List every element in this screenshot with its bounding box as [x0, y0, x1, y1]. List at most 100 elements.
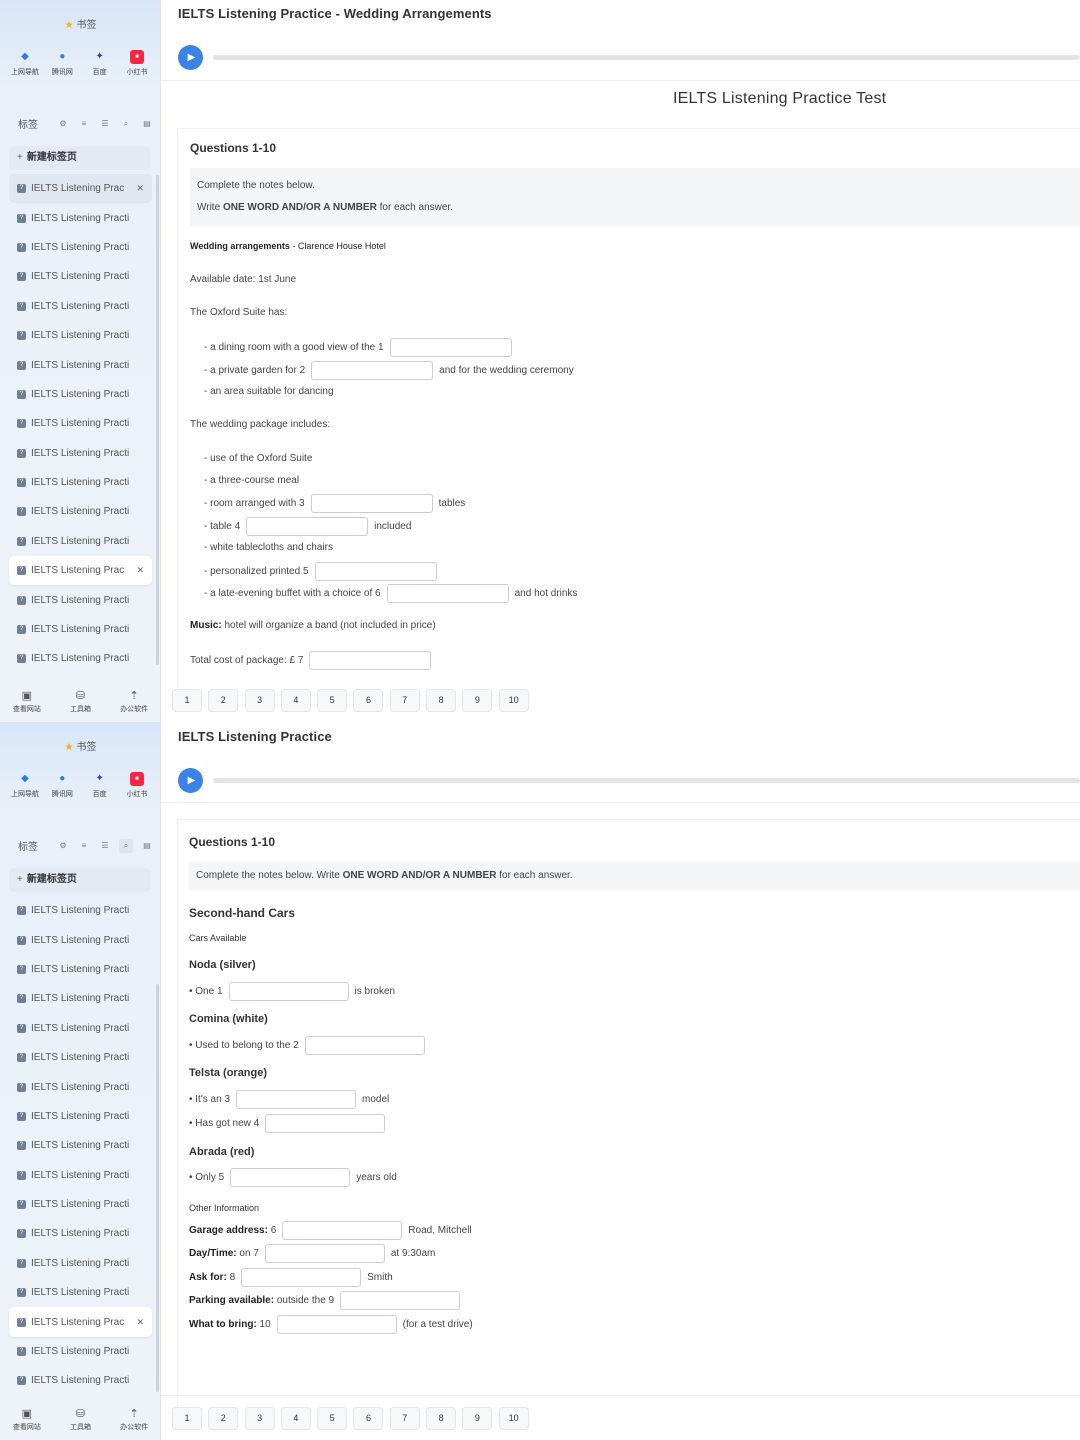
question-nav-button[interactable]: 2 — [208, 689, 239, 712]
tab-item[interactable]: ? IELTS Listening Practi — [9, 409, 152, 438]
answer-input-4[interactable] — [265, 1114, 386, 1133]
answer-input-3[interactable] — [236, 1090, 356, 1109]
toolbox-button[interactable]: ⛁ 工具箱 — [60, 689, 100, 714]
bookmarks-title[interactable]: ★ 书签 — [0, 738, 161, 753]
tab-item[interactable]: ? IELTS Listening Practi — [9, 203, 152, 232]
question-nav-button[interactable]: 6 — [353, 689, 384, 712]
audio-progress-bar[interactable] — [213, 778, 1080, 783]
tab-item[interactable]: ? IELTS Listening Practi — [9, 527, 152, 556]
tab-item[interactable]: ? IELTS Listening Practi — [9, 925, 152, 954]
view-site-button[interactable]: ▣ 查看网站 — [7, 1407, 47, 1432]
close-icon[interactable]: ✕ — [136, 183, 144, 194]
answer-input-2[interactable] — [311, 361, 434, 380]
play-button[interactable]: ▶ — [178, 768, 203, 793]
tab-item[interactable]: ? IELTS Listening Practi — [9, 321, 152, 350]
answer-input-5[interactable] — [230, 1168, 351, 1187]
quick-link-navigation[interactable]: ◆ 上网导航 — [8, 772, 42, 799]
quick-link-tencent[interactable]: ● 腾讯网 — [45, 50, 79, 77]
tab-item[interactable]: ? IELTS Listening Practi — [9, 955, 152, 984]
answer-input-2[interactable] — [304, 1036, 425, 1055]
answer-input-5[interactable] — [314, 562, 437, 581]
tab-item[interactable]: ? IELTS Listening Practi — [9, 1219, 152, 1248]
new-tab-button[interactable]: + 新建标签页 — [9, 146, 150, 170]
tab-item[interactable]: ? IELTS Listening Practi — [9, 439, 152, 468]
tab-item[interactable]: ? IELTS Listening Practi — [9, 1161, 152, 1190]
tab-item[interactable]: ? IELTS Listening Practi — [9, 380, 152, 409]
tab-item[interactable]: ? IELTS Listening Practi — [9, 233, 152, 262]
answer-input-1[interactable] — [228, 982, 349, 1001]
tab-item[interactable]: ? IELTS Listening Practi — [9, 1249, 152, 1278]
question-nav-button[interactable]: 3 — [244, 689, 275, 712]
new-tab-button[interactable]: + 新建标签页 — [9, 868, 150, 892]
answer-input-6[interactable] — [282, 1221, 403, 1240]
tab-item[interactable]: ? IELTS Listening Practi — [9, 468, 152, 497]
sidebar-scrollbar[interactable] — [156, 175, 159, 665]
question-nav-button[interactable]: 7 — [389, 1407, 420, 1430]
tab-item[interactable]: ? IELTS Listening Practi — [9, 644, 152, 673]
tab-item[interactable]: ? IELTS Listening Practi — [9, 585, 152, 614]
question-nav-button[interactable]: 10 — [498, 689, 529, 712]
bookmarks-title[interactable]: ★ 书签 — [0, 16, 161, 31]
question-nav-button[interactable]: 4 — [280, 1407, 311, 1430]
question-nav-button[interactable]: 1 — [172, 689, 202, 712]
sort-icon[interactable]: ≡ — [77, 117, 91, 131]
tab-item[interactable]: ? IELTS Listening Practi — [9, 1190, 152, 1219]
question-nav-button[interactable]: 9 — [462, 1407, 493, 1430]
tab-item[interactable]: ? IELTS Listening Practi — [9, 292, 152, 321]
answer-input-4[interactable] — [246, 517, 369, 536]
search-icon[interactable]: ⌕ — [119, 838, 133, 853]
tab-item[interactable]: ? IELTS Listening Practi — [9, 1278, 152, 1307]
question-nav-button[interactable]: 7 — [389, 689, 420, 712]
settings-icon[interactable]: ⚙ — [56, 839, 70, 853]
answer-input-9[interactable] — [340, 1291, 461, 1310]
answer-input-7[interactable] — [264, 1244, 385, 1263]
list-icon[interactable]: ☰ — [98, 117, 112, 131]
question-nav-button[interactable]: 1 — [172, 1407, 202, 1430]
question-nav-button[interactable]: 5 — [317, 689, 348, 712]
close-icon[interactable]: ✕ — [136, 1317, 144, 1328]
sidebar-scrollbar[interactable] — [156, 984, 159, 1392]
question-nav-button[interactable]: 8 — [426, 689, 457, 712]
question-nav-button[interactable]: 2 — [208, 1407, 239, 1430]
collapse-icon[interactable]: ▤ — [140, 839, 154, 853]
sort-icon[interactable]: ≡ — [77, 839, 91, 853]
tab-item[interactable]: ? IELTS Listening Practi — [9, 984, 152, 1013]
list-icon[interactable]: ☰ — [98, 839, 112, 853]
answer-input-1[interactable] — [389, 338, 512, 357]
question-nav-button[interactable]: 10 — [498, 1407, 529, 1430]
tab-item[interactable]: ? IELTS Listening Prac ✕ — [9, 174, 152, 204]
tab-item[interactable]: ? IELTS Listening Practi — [9, 262, 152, 291]
question-nav-button[interactable]: 4 — [280, 689, 311, 712]
tab-item-current[interactable]: ? IELTS Listening Prac ✕ — [9, 556, 152, 586]
search-icon[interactable]: ⌕ — [119, 117, 133, 131]
collapse-icon[interactable]: ▤ — [140, 117, 154, 131]
tab-item-current[interactable]: ? IELTS Listening Prac ✕ — [9, 1307, 152, 1337]
question-nav-button[interactable]: 6 — [353, 1407, 384, 1430]
tab-item[interactable]: ? IELTS Listening Practi — [9, 1131, 152, 1160]
quick-link-xiaohongshu[interactable]: ■ 小红书 — [120, 772, 154, 799]
tab-item[interactable]: ? IELTS Listening Practi — [9, 497, 152, 526]
tab-item[interactable]: ? IELTS Listening Practi — [9, 1102, 152, 1131]
tab-item[interactable]: ? IELTS Listening Practi — [9, 350, 152, 379]
tab-item[interactable]: ? IELTS Listening Practi — [9, 1072, 152, 1101]
toolbox-button[interactable]: ⛁ 工具箱 — [60, 1407, 100, 1432]
question-nav-button[interactable]: 9 — [462, 689, 493, 712]
play-button[interactable]: ▶ — [178, 45, 203, 70]
answer-input-7[interactable] — [309, 651, 432, 670]
view-site-button[interactable]: ▣ 查看网站 — [7, 689, 47, 714]
tab-item[interactable]: ? IELTS Listening Practi — [9, 1366, 152, 1395]
tab-item[interactable]: ? IELTS Listening Practi — [9, 615, 152, 644]
settings-icon[interactable]: ⚙ — [56, 117, 70, 131]
tab-item[interactable]: ? IELTS Listening Practi — [9, 1337, 152, 1366]
question-nav-button[interactable]: 3 — [244, 1407, 275, 1430]
answer-input-6[interactable] — [386, 584, 509, 603]
question-nav-button[interactable]: 8 — [426, 1407, 457, 1430]
quick-link-xiaohongshu[interactable]: ■ 小红书 — [120, 50, 154, 77]
question-nav-button[interactable]: 5 — [317, 1407, 348, 1430]
tab-item[interactable]: ? IELTS Listening Practi — [9, 1043, 152, 1072]
quick-link-baidu[interactable]: ✦ 百度 — [83, 50, 117, 77]
close-icon[interactable]: ✕ — [136, 565, 144, 576]
answer-input-3[interactable] — [310, 494, 433, 513]
answer-input-8[interactable] — [241, 1268, 362, 1287]
office-software-button[interactable]: ⇡ 办公软件 — [114, 689, 154, 714]
